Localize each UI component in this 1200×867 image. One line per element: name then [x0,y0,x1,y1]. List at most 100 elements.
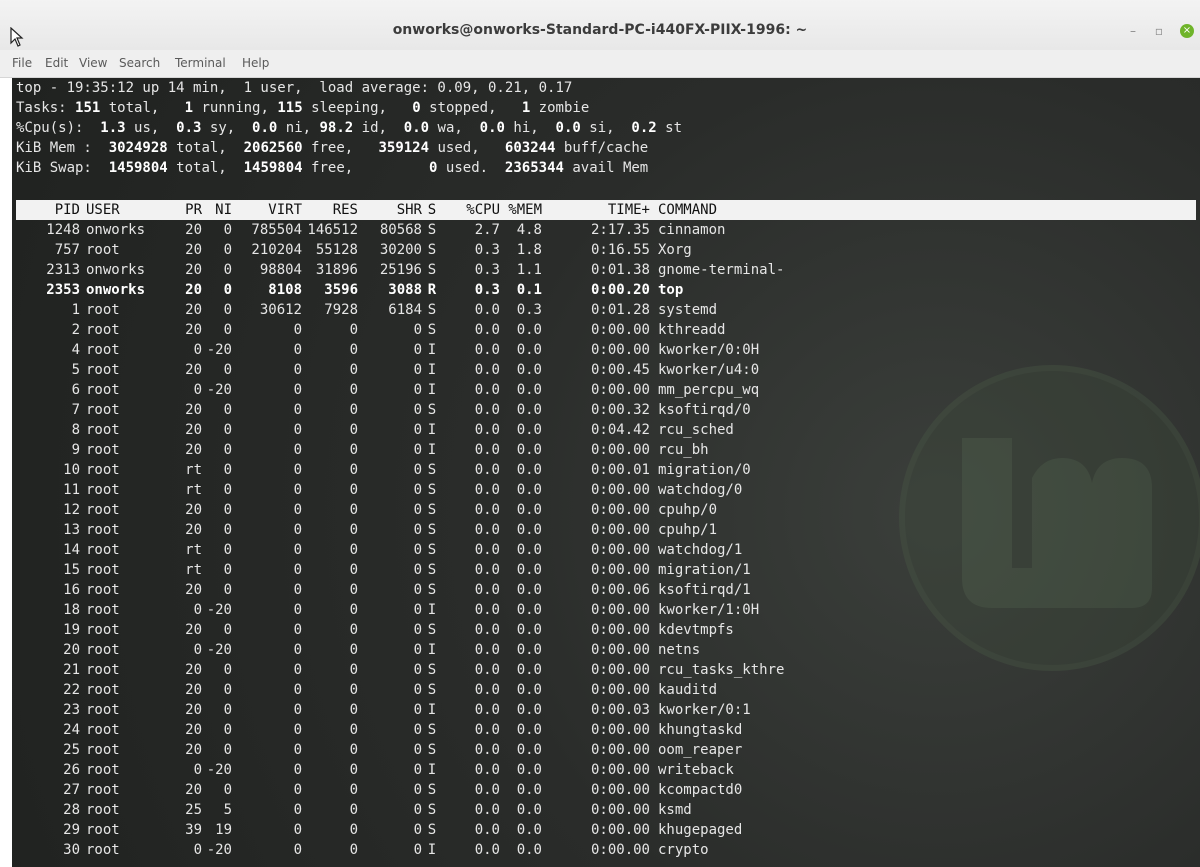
minimize-button[interactable]: – [1124,22,1142,40]
col-pr[interactable]: PR [160,200,202,220]
cell-state: I [427,442,437,458]
cell-ni: 0 [223,682,232,698]
process-row[interactable]: 5 root 20 0 0 0 0 I 0.0 0.0 0:00.45 kworker/u4:0 [16,360,1196,380]
process-row[interactable]: 26 root 0 -20 0 0 0 I 0.0 0.0 0:00.00 writeback [16,760,1196,780]
cell-state: S [427,682,437,698]
process-row[interactable]: 1 root 20 0 30612 7928 6184 S 0.0 0.3 0:01.28 syste… [16,300,1196,320]
process-row[interactable]: 24 root 20 0 0 0 0 S 0.0 0.0 0:00.00 khungtaskd [16,720,1196,740]
process-row[interactable]: 25 root 20 0 0 0 0 S 0.0 0.0 0:00.00 oom_reaper [16,740,1196,760]
process-row[interactable]: 28 root 25 5 0 0 0 S 0.0 0.0 0:00.00 ksmd [16,800,1196,820]
cell-cpu: 0.0 [474,462,500,478]
cell-command: systemd [658,302,718,318]
process-row[interactable]: 19 root 20 0 0 0 0 S 0.0 0.0 0:00.00 kdevtmpfs [16,620,1196,640]
cell-virt: 0 [293,662,302,678]
maximize-button[interactable]: ▫ [1150,22,1168,40]
col-virt[interactable]: VIRT [232,200,302,220]
cell-state: S [427,742,437,758]
process-table-header[interactable]: PID USER PR NI VIRT RES SHR S %CPU %MEM … [16,200,1196,220]
cell-cpu: 0.0 [474,362,500,378]
menu-edit[interactable]: Edit [45,56,68,70]
process-row[interactable]: 4 root 0 -20 0 0 0 I 0.0 0.0 0:00.00 kworker/0:0H [16,340,1196,360]
col-pid[interactable]: PID [16,200,80,220]
cell-pr: 0 [193,602,202,618]
process-row[interactable]: 6 root 0 -20 0 0 0 I 0.0 0.0 0:00.00 mm_percpu_wq [16,380,1196,400]
title-bar[interactable]: onworks@onworks-Standard-PC-i440FX-PIIX-… [0,0,1200,51]
process-row[interactable]: 7 root 20 0 0 0 0 S 0.0 0.0 0:00.32 ksoftirqd/0 [16,400,1196,420]
process-row[interactable]: 2 root 20 0 0 0 0 S 0.0 0.0 0:00.00 kthreadd [16,320,1196,340]
cell-res: 0 [349,662,358,678]
process-row[interactable]: 23 root 20 0 0 0 0 I 0.0 0.0 0:00.03 kworker/0:1 [16,700,1196,720]
cell-shr: 0 [413,482,422,498]
terminal-output[interactable]: top - 19:35:12 up 14 min, 1 user, load a… [12,78,1200,867]
process-row[interactable]: 2313 onworks 20 0 98804 31896 25196 S 0.3 1.1 0:01… [16,260,1196,280]
cell-mem: 0.0 [516,562,542,578]
cell-time: 0:00.06 [590,582,650,598]
process-row[interactable]: 16 root 20 0 0 0 0 S 0.0 0.0 0:00.06 ksoftirqd/1 [16,580,1196,600]
col-user[interactable]: USER [86,200,160,220]
cell-virt: 0 [293,622,302,638]
cell-pr: 20 [185,702,202,718]
cell-shr: 0 [413,522,422,538]
process-row[interactable]: 30 root 0 -20 0 0 0 I 0.0 0.0 0:00.00 crypto [16,840,1196,860]
cell-virt: 0 [293,722,302,738]
cell-ni: 0 [223,742,232,758]
cell-mem: 0.0 [516,342,542,358]
menu-view[interactable]: View [79,56,107,70]
menu-search[interactable]: Search [119,56,160,70]
process-row[interactable]: 1248 onworks 20 0 785504 146512 80568 S 2.7 4.8 2:… [16,220,1196,240]
process-row[interactable]: 29 root 39 19 0 0 0 S 0.0 0.0 0:00.00 khugepaged [16,820,1196,840]
menu-help[interactable]: Help [242,56,269,70]
cell-ni: 0 [223,402,232,418]
cell-virt: 0 [293,582,302,598]
cell-virt: 0 [293,382,302,398]
cell-ni: -20 [206,642,232,658]
cell-command: watchdog/1 [658,542,743,558]
process-row[interactable]: 21 root 20 0 0 0 0 S 0.0 0.0 0:00.00 rcu_tasks_kthr… [16,660,1196,680]
process-row[interactable]: 20 root 0 -20 0 0 0 I 0.0 0.0 0:00.00 netns [16,640,1196,660]
cell-mem: 0.0 [516,382,542,398]
close-button[interactable]: × [1180,24,1194,38]
cell-state: I [427,842,437,858]
process-row[interactable]: 2353 onworks 20 0 8108 3596 3088 R 0.3 0.1 0:00.20… [16,280,1196,300]
cell-user: root [86,642,120,658]
process-row[interactable]: 8 root 20 0 0 0 0 I 0.0 0.0 0:04.42 rcu_sched [16,420,1196,440]
cell-mem: 0.0 [516,482,542,498]
process-row[interactable]: 18 root 0 -20 0 0 0 I 0.0 0.0 0:00.00 kworker/1:0H [16,600,1196,620]
process-row[interactable]: 9 root 20 0 0 0 0 I 0.0 0.0 0:00.00 rcu_bh [16,440,1196,460]
col-state[interactable]: S [422,200,442,220]
cell-shr: 0 [413,842,422,858]
col-shr[interactable]: SHR [358,200,422,220]
cell-res: 0 [349,542,358,558]
process-row[interactable]: 11 root rt 0 0 0 0 S 0.0 0.0 0:00.00 watchdog/0 [16,480,1196,500]
cell-ni: 19 [215,822,232,838]
cell-mem: 0.3 [516,302,542,318]
process-row[interactable]: 27 root 20 0 0 0 0 S 0.0 0.0 0:00.00 kcompactd0 [16,780,1196,800]
cell-virt: 0 [293,322,302,338]
cell-state: S [427,522,437,538]
cell-cpu: 0.0 [474,322,500,338]
process-row[interactable]: 757 root 20 0 210204 55128 30200 S 0.3 1.8 0:16.55… [16,240,1196,260]
col-time[interactable]: TIME+ [542,200,650,220]
summary-cpu-line: %Cpu(s): 1.3 us, 0.3 sy, 0.0 ni, 98.2 id… [16,120,683,136]
cell-shr: 0 [413,762,422,778]
cell-command: khungtaskd [658,722,743,738]
col-cpu[interactable]: %CPU [442,200,500,220]
cell-res: 0 [349,422,358,438]
cell-mem: 0.0 [516,682,542,698]
cell-command: ksoftirqd/0 [658,402,751,418]
process-row[interactable]: 12 root 20 0 0 0 0 S 0.0 0.0 0:00.00 cpuhp/0 [16,500,1196,520]
col-mem[interactable]: %MEM [500,200,542,220]
col-res[interactable]: RES [302,200,358,220]
process-row[interactable]: 10 root rt 0 0 0 0 S 0.0 0.0 0:00.01 migration/0 [16,460,1196,480]
process-row[interactable]: 15 root rt 0 0 0 0 S 0.0 0.0 0:00.00 migration/1 [16,560,1196,580]
cell-cpu: 0.0 [474,402,500,418]
process-row[interactable]: 14 root rt 0 0 0 0 S 0.0 0.0 0:00.00 watchdog/1 [16,540,1196,560]
cell-state: S [427,322,437,338]
cell-shr: 0 [413,782,422,798]
col-ni[interactable]: NI [202,200,232,220]
menu-file[interactable]: File [12,56,32,70]
col-command[interactable]: COMMAND [658,200,858,220]
menu-terminal[interactable]: Terminal [175,56,226,70]
process-row[interactable]: 13 root 20 0 0 0 0 S 0.0 0.0 0:00.00 cpuhp/1 [16,520,1196,540]
process-row[interactable]: 22 root 20 0 0 0 0 S 0.0 0.0 0:00.00 kauditd [16,680,1196,700]
